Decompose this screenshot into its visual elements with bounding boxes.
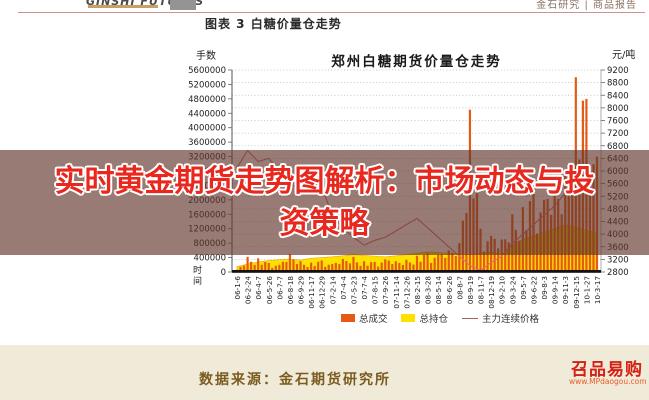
open-interest-swatch-icon bbox=[401, 314, 415, 322]
svg-text:8000: 8000 bbox=[607, 104, 629, 114]
svg-text:08-3-28: 08-3-28 bbox=[424, 276, 433, 304]
svg-text:08-9-19: 08-9-19 bbox=[466, 276, 475, 304]
price-line-swatch-icon bbox=[462, 318, 478, 319]
svg-text:3600000: 3600000 bbox=[188, 138, 226, 148]
svg-text:07-12-26: 07-12-26 bbox=[402, 276, 411, 309]
svg-text:09-12-15: 09-12-15 bbox=[572, 276, 581, 309]
svg-text:09-6-22: 09-6-22 bbox=[529, 276, 538, 304]
svg-text:3200: 3200 bbox=[607, 255, 629, 265]
svg-text:06-1-6: 06-1-6 bbox=[233, 276, 242, 300]
svg-text:07-7-4: 07-7-4 bbox=[360, 276, 369, 300]
svg-text:09-11-3: 09-11-3 bbox=[561, 276, 570, 304]
chart-legend: 总成交 总持仓 主力连续价格 bbox=[255, 311, 625, 325]
legend-label-price: 主力连续价格 bbox=[482, 311, 539, 325]
svg-text:07-8-15: 07-8-15 bbox=[371, 276, 380, 304]
svg-text:09-8-3: 09-8-3 bbox=[540, 276, 549, 299]
svg-text:08-11-7: 08-11-7 bbox=[477, 276, 486, 304]
svg-text:09-3-24: 09-3-24 bbox=[508, 276, 517, 304]
volume-swatch-icon bbox=[341, 314, 355, 322]
svg-text:400000: 400000 bbox=[194, 254, 226, 264]
svg-text:2800: 2800 bbox=[607, 268, 629, 278]
svg-text:10-3-17: 10-3-17 bbox=[593, 276, 602, 304]
svg-text:8800: 8800 bbox=[607, 79, 629, 89]
svg-text:08-2-15: 08-2-15 bbox=[413, 276, 422, 304]
svg-text:4400000: 4400000 bbox=[188, 109, 226, 119]
site-url[interactable]: www.MPdaogou.com bbox=[569, 377, 647, 386]
svg-text:4000000: 4000000 bbox=[188, 124, 226, 134]
svg-text:07-11-14: 07-11-14 bbox=[392, 276, 401, 309]
svg-text:08-8-7: 08-8-7 bbox=[455, 276, 464, 299]
svg-text:06-11-17: 06-11-17 bbox=[307, 276, 316, 309]
legend-label-volume: 总成交 bbox=[359, 311, 388, 325]
legend-item-open-interest: 总持仓 bbox=[401, 311, 448, 325]
svg-text:7600: 7600 bbox=[607, 117, 629, 127]
overlay-title: 实时黄金期货走势图解析：市场动态与投资策略 bbox=[44, 161, 606, 245]
svg-text:07-5-23: 07-5-23 bbox=[349, 276, 358, 304]
svg-text:10-1-27: 10-1-27 bbox=[582, 276, 591, 304]
svg-text:06-2-24: 06-2-24 bbox=[244, 276, 253, 304]
svg-text:09-5-7: 09-5-7 bbox=[519, 276, 528, 299]
svg-text:06-4-7: 06-4-7 bbox=[254, 276, 263, 299]
svg-text:08-5-14: 08-5-14 bbox=[434, 276, 443, 304]
legend-item-price: 主力连续价格 bbox=[462, 311, 539, 325]
svg-text:7200: 7200 bbox=[607, 129, 629, 139]
svg-text:07-2-14: 07-2-14 bbox=[328, 276, 337, 304]
svg-text:06-7-7: 06-7-7 bbox=[275, 276, 284, 299]
legend-label-open-interest: 总持仓 bbox=[419, 311, 448, 325]
svg-text:0: 0 bbox=[221, 268, 226, 278]
svg-text:5200000: 5200000 bbox=[188, 80, 226, 90]
svg-text:8400: 8400 bbox=[607, 91, 629, 101]
x-axis-date-labels: 06-1-606-2-2406-4-706-5-2606-7-706-8-180… bbox=[233, 276, 602, 309]
svg-text:06-8-18: 06-8-18 bbox=[286, 276, 295, 304]
svg-text:09-9-14: 09-9-14 bbox=[551, 276, 560, 304]
svg-text:07-9-26: 07-9-26 bbox=[381, 276, 390, 304]
svg-text:06-5-26: 06-5-26 bbox=[265, 276, 274, 304]
svg-text:09-2-10: 09-2-10 bbox=[498, 276, 507, 304]
svg-text:9200: 9200 bbox=[607, 66, 629, 76]
overlay-banner: 实时黄金期货走势图解析：市场动态与投资策略 bbox=[0, 150, 649, 255]
svg-text:06-9-29: 06-9-29 bbox=[297, 276, 306, 304]
svg-text:06-12-29: 06-12-29 bbox=[318, 276, 327, 309]
data-source-text: 数据来源：金石期货研究所 bbox=[95, 369, 495, 389]
svg-text:08-12-19: 08-12-19 bbox=[487, 276, 496, 309]
svg-text:07-4-4: 07-4-4 bbox=[339, 276, 348, 300]
svg-text:4800000: 4800000 bbox=[188, 95, 226, 105]
svg-text:08-6-26: 08-6-26 bbox=[445, 276, 454, 304]
legend-item-volume: 总成交 bbox=[341, 311, 388, 325]
svg-text:5600000: 5600000 bbox=[188, 66, 226, 76]
